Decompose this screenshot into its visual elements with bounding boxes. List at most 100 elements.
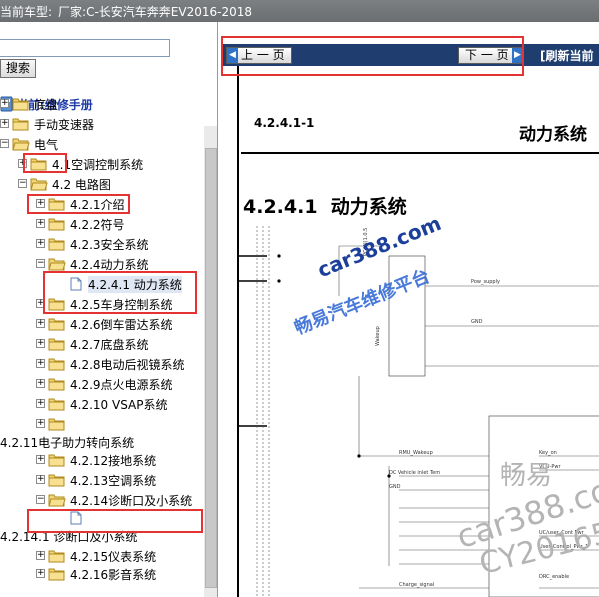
- collapse-icon[interactable]: −: [18, 179, 27, 188]
- tree-scrollbar[interactable]: [204, 126, 217, 597]
- folder-icon: [48, 217, 66, 231]
- label-vcu-pwr: VCU-Pwr: [539, 464, 561, 470]
- expand-icon[interactable]: +: [36, 379, 45, 388]
- folder-icon: [48, 473, 66, 487]
- expand-icon[interactable]: +: [36, 475, 45, 484]
- label-rmu-wakeup: RMU_Wakeup: [399, 450, 433, 456]
- expand-icon[interactable]: +: [36, 339, 45, 348]
- highlight-diagnostic: [27, 509, 203, 533]
- label-gnd: GND: [471, 319, 483, 325]
- tree-item-label: 4.2.7底盘系统: [70, 338, 149, 352]
- tree-item[interactable]: + 底盘: [0, 94, 204, 114]
- expand-icon[interactable]: +: [36, 455, 45, 464]
- refresh-current-link[interactable]: [刷新当前: [540, 47, 594, 64]
- doc-id: 4.2.4.1-1: [254, 116, 315, 130]
- tree-item[interactable]: +4.2.13空调系统: [0, 470, 204, 490]
- section-title-text: 动力系统: [330, 196, 407, 218]
- tree-item-label: 4.2.12接地系统: [70, 454, 157, 468]
- tree-scrollbar-thumb[interactable]: [205, 148, 217, 588]
- expand-icon[interactable]: +: [36, 319, 45, 328]
- label-user-control-2: User_Control_Pwr_1: [539, 544, 588, 550]
- tree-item-label: 4.2.14诊断口及小系统: [70, 494, 193, 508]
- tree-item[interactable]: +4.2.15仪表系统: [0, 546, 204, 566]
- tree-item[interactable]: +: [0, 414, 204, 434]
- section-title: 4.2.4.1 动力系统: [243, 192, 407, 219]
- tree-item[interactable]: +4.2.12接地系统: [0, 450, 204, 470]
- doc-header-title: 动力系统: [519, 125, 587, 145]
- folder-icon: [48, 377, 66, 391]
- label-pow-supply: Pow_supply: [471, 279, 500, 285]
- expand-icon[interactable]: +: [36, 419, 45, 428]
- label-charge-signal: Charge_signal: [399, 582, 434, 588]
- label-wakeup: Wakeup: [375, 326, 381, 346]
- folder-icon: [48, 567, 66, 581]
- tree-item-label: 4.2.15仪表系统: [70, 550, 157, 564]
- folder-icon: [12, 117, 30, 131]
- expand-icon[interactable]: +: [36, 219, 45, 228]
- right-pane: ◀ 上 一 页 下 一 页 ▶ [刷新当前 4.2.4.1-1 动力系统 4.2…: [222, 22, 599, 597]
- folder-icon: [48, 337, 66, 351]
- collapse-icon[interactable]: −: [0, 139, 9, 148]
- tree-item[interactable]: 4.2.11电子助力转向系统: [0, 432, 204, 452]
- label-dc-inlet: DC Vehicle inlet Tem: [389, 470, 440, 476]
- tree-item[interactable]: − 4.2 电路图: [0, 174, 204, 194]
- tree-item[interactable]: +4.2.6倒车雷达系统: [0, 314, 204, 334]
- folder-open-icon: [48, 493, 66, 507]
- expand-icon[interactable]: +: [36, 399, 45, 408]
- expand-icon[interactable]: +: [36, 239, 45, 248]
- tree-item-label: 4.2.9点火电源系统: [70, 378, 173, 392]
- tree-item-label: 4.2.10 VSAP系统: [70, 398, 168, 412]
- app-window: 当前车型: 厂家:C-长安汽车奔奔EV2016-2018 搜索 当前:维修手册 +…: [0, 0, 599, 597]
- label-pcan: PCAN(1.0.5: [363, 228, 369, 256]
- label-drc-enable: DRC_enable: [539, 574, 569, 580]
- highlight-powertrain: [43, 271, 197, 314]
- highlight-page-nav: [221, 36, 524, 76]
- tree-item-label: 手动变速器: [34, 118, 95, 132]
- search-button[interactable]: 搜索: [0, 59, 36, 78]
- expand-icon[interactable]: +: [0, 99, 9, 108]
- tree-item-label: 4.2.11电子助力转向系统: [0, 436, 135, 450]
- expand-icon[interactable]: +: [36, 359, 45, 368]
- wiring-diagram: Pow_supply GND PCAN(1.0.5 Wakeup RMU_Wak…: [239, 226, 599, 597]
- tree-item[interactable]: +4.2.3安全系统: [0, 234, 204, 254]
- tree-item[interactable]: + 手动变速器: [0, 114, 204, 134]
- tree-item-label: 4.2.16影音系统: [70, 568, 157, 582]
- tree-item[interactable]: +4.2.7底盘系统: [0, 334, 204, 354]
- tree-item-label: 4.2.3安全系统: [70, 238, 149, 252]
- expand-icon[interactable]: +: [0, 119, 9, 128]
- tree-item[interactable]: +4.2.2符号: [0, 214, 204, 234]
- tree-item[interactable]: +4.2.16影音系统: [0, 564, 204, 584]
- tree-item[interactable]: +4.2.9点火电源系统: [0, 374, 204, 394]
- expand-icon[interactable]: +: [36, 551, 45, 560]
- highlight-electrical: [23, 153, 67, 173]
- label-key-on: Key_on: [539, 450, 557, 456]
- tree-item-label: 4.2.13空调系统: [70, 474, 157, 488]
- document-page: 4.2.4.1-1 动力系统 4.2.4.1 动力系统 Pow_supply G…: [237, 66, 599, 597]
- collapse-icon[interactable]: −: [36, 495, 45, 504]
- folder-icon: [48, 397, 66, 411]
- doc-header-rule: [241, 152, 599, 154]
- folder-open-icon: [12, 137, 30, 151]
- collapse-icon[interactable]: −: [36, 259, 45, 268]
- folder-open-icon: [30, 177, 48, 191]
- label-user-control-1: UC/user_Cont Pwr: [539, 530, 585, 536]
- tree-item[interactable]: +4.2.8电动后视镜系统: [0, 354, 204, 374]
- tree-item[interactable]: − 4.2.14诊断口及小系统: [0, 490, 204, 510]
- expand-icon[interactable]: +: [36, 569, 45, 578]
- folder-icon: [48, 317, 66, 331]
- folder-icon: [48, 453, 66, 467]
- tree-item-label: 4.2.8电动后视镜系统: [70, 358, 185, 372]
- section-number: 4.2.4.1: [243, 196, 318, 218]
- vehicle-name: 厂家:C-长安汽车奔奔EV2016-2018: [58, 5, 252, 19]
- folder-icon: [48, 417, 66, 431]
- folder-open-icon: [48, 257, 66, 271]
- tree-item-label: 4.2.2符号: [70, 218, 125, 232]
- tree-item[interactable]: − 电气: [0, 134, 204, 154]
- tree-item[interactable]: +4.2.10 VSAP系统: [0, 394, 204, 414]
- current-model-label: 当前车型:: [0, 5, 53, 19]
- tree-item-label: 4.2.6倒车雷达系统: [70, 318, 173, 332]
- search-input[interactable]: [0, 39, 170, 57]
- folder-icon: [48, 549, 66, 563]
- title-bar: 当前车型: 厂家:C-长安汽车奔奔EV2016-2018: [0, 0, 599, 22]
- folder-icon: [12, 97, 30, 111]
